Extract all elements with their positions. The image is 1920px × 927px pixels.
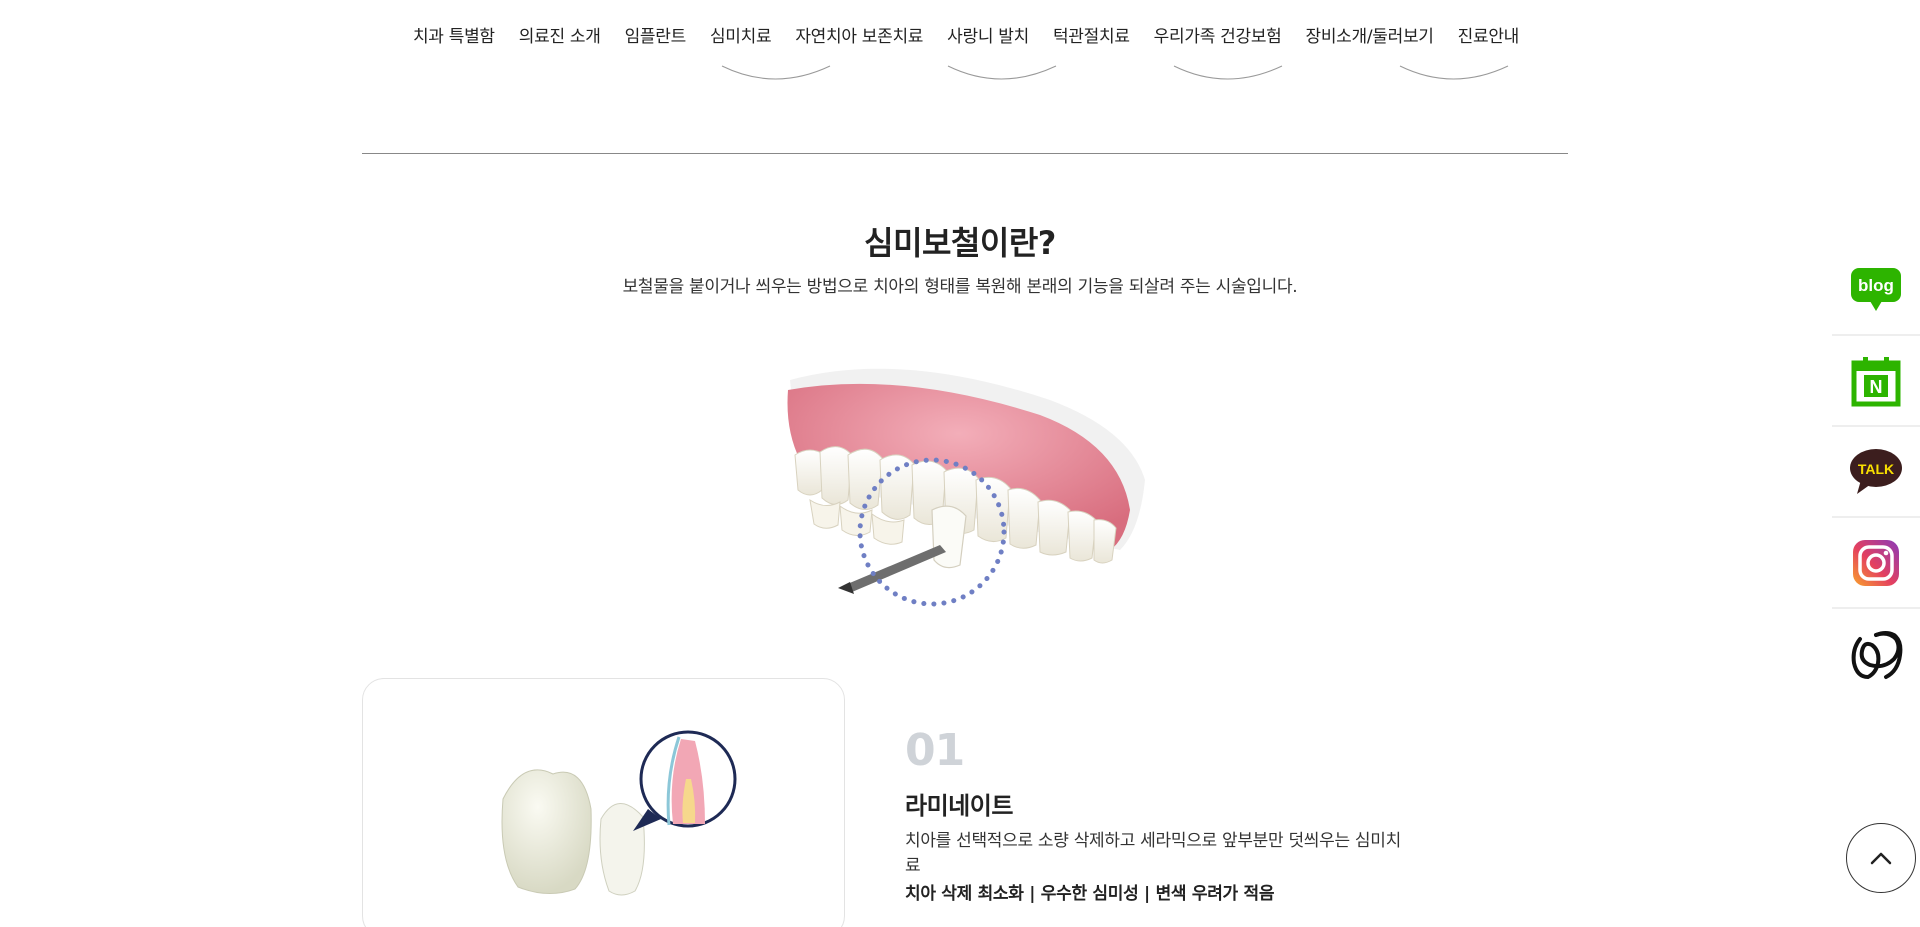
nav-item-wisdom-tooth[interactable]: 사랑니 발치 bbox=[935, 0, 1041, 47]
blog-link[interactable]: blog bbox=[1832, 245, 1920, 336]
nav-item-tmj[interactable]: 턱관절치료 bbox=[1041, 0, 1142, 47]
scroll-top-button[interactable] bbox=[1846, 823, 1916, 893]
laminate-card bbox=[362, 678, 845, 927]
kakao-talk-icon: TALK bbox=[1850, 448, 1902, 494]
section-divider bbox=[362, 153, 1568, 154]
blog-icon: blog bbox=[1851, 267, 1901, 311]
quick-links-sidebar: blog N TALK bbox=[1832, 245, 1920, 700]
chevron-up-icon bbox=[1870, 852, 1892, 865]
calendar-icon: N bbox=[1851, 356, 1901, 406]
instagram-icon bbox=[1853, 539, 1899, 586]
nav-item-special[interactable]: 치과 특별함 bbox=[401, 0, 507, 47]
instagram-link[interactable] bbox=[1832, 518, 1920, 609]
nav-item-info[interactable]: 진료안내 bbox=[1446, 0, 1531, 47]
nav-item-insurance[interactable]: 우리가족 건강보험 bbox=[1142, 0, 1294, 47]
laminate-illustration bbox=[501, 730, 737, 896]
nav-item-natural-tooth[interactable]: 자연치아 보존치료 bbox=[783, 0, 935, 47]
section-subtitle: 보철물을 붙이거나 씌우는 방법으로 치아의 형태를 복원해 본래의 기능을 되… bbox=[622, 277, 1298, 297]
item-description: 치아를 선택적으로 소량 삭제하고 세라믹으로 앞부분만 덧씌우는 심미치료 bbox=[905, 831, 1401, 876]
naver-booking-link[interactable]: N bbox=[1832, 336, 1920, 427]
item-number: 01 bbox=[905, 725, 965, 776]
svg-text:N: N bbox=[1870, 377, 1883, 397]
item-title: 라미네이트 bbox=[905, 792, 1013, 820]
veneer-teeth-illustration bbox=[787, 368, 1145, 607]
nav-item-aesthetic[interactable]: 심미치료 bbox=[698, 0, 783, 47]
clinic-logo-icon bbox=[1851, 630, 1903, 679]
nav-item-doctors[interactable]: 의료진 소개 bbox=[507, 0, 613, 47]
kakao-talk-link[interactable]: TALK bbox=[1832, 427, 1920, 518]
main-nav: 치과 특별함 의료진 소개 임플란트 심미치료 자연치아 보존치료 사랑니 발치… bbox=[372, 0, 1560, 80]
nav-item-equipment[interactable]: 장비소개/둘러보기 bbox=[1294, 0, 1446, 47]
section-title: 심미보철이란? bbox=[864, 224, 1056, 262]
clinic-logo-link[interactable] bbox=[1832, 609, 1920, 700]
svg-text:blog: blog bbox=[1858, 276, 1894, 295]
nav-item-implant[interactable]: 임플란트 bbox=[613, 0, 698, 47]
svg-text:TALK: TALK bbox=[1858, 461, 1894, 477]
item-points: 치아 삭제 최소화 | 우수한 심미성 | 변색 우려가 적음 bbox=[905, 884, 1275, 904]
